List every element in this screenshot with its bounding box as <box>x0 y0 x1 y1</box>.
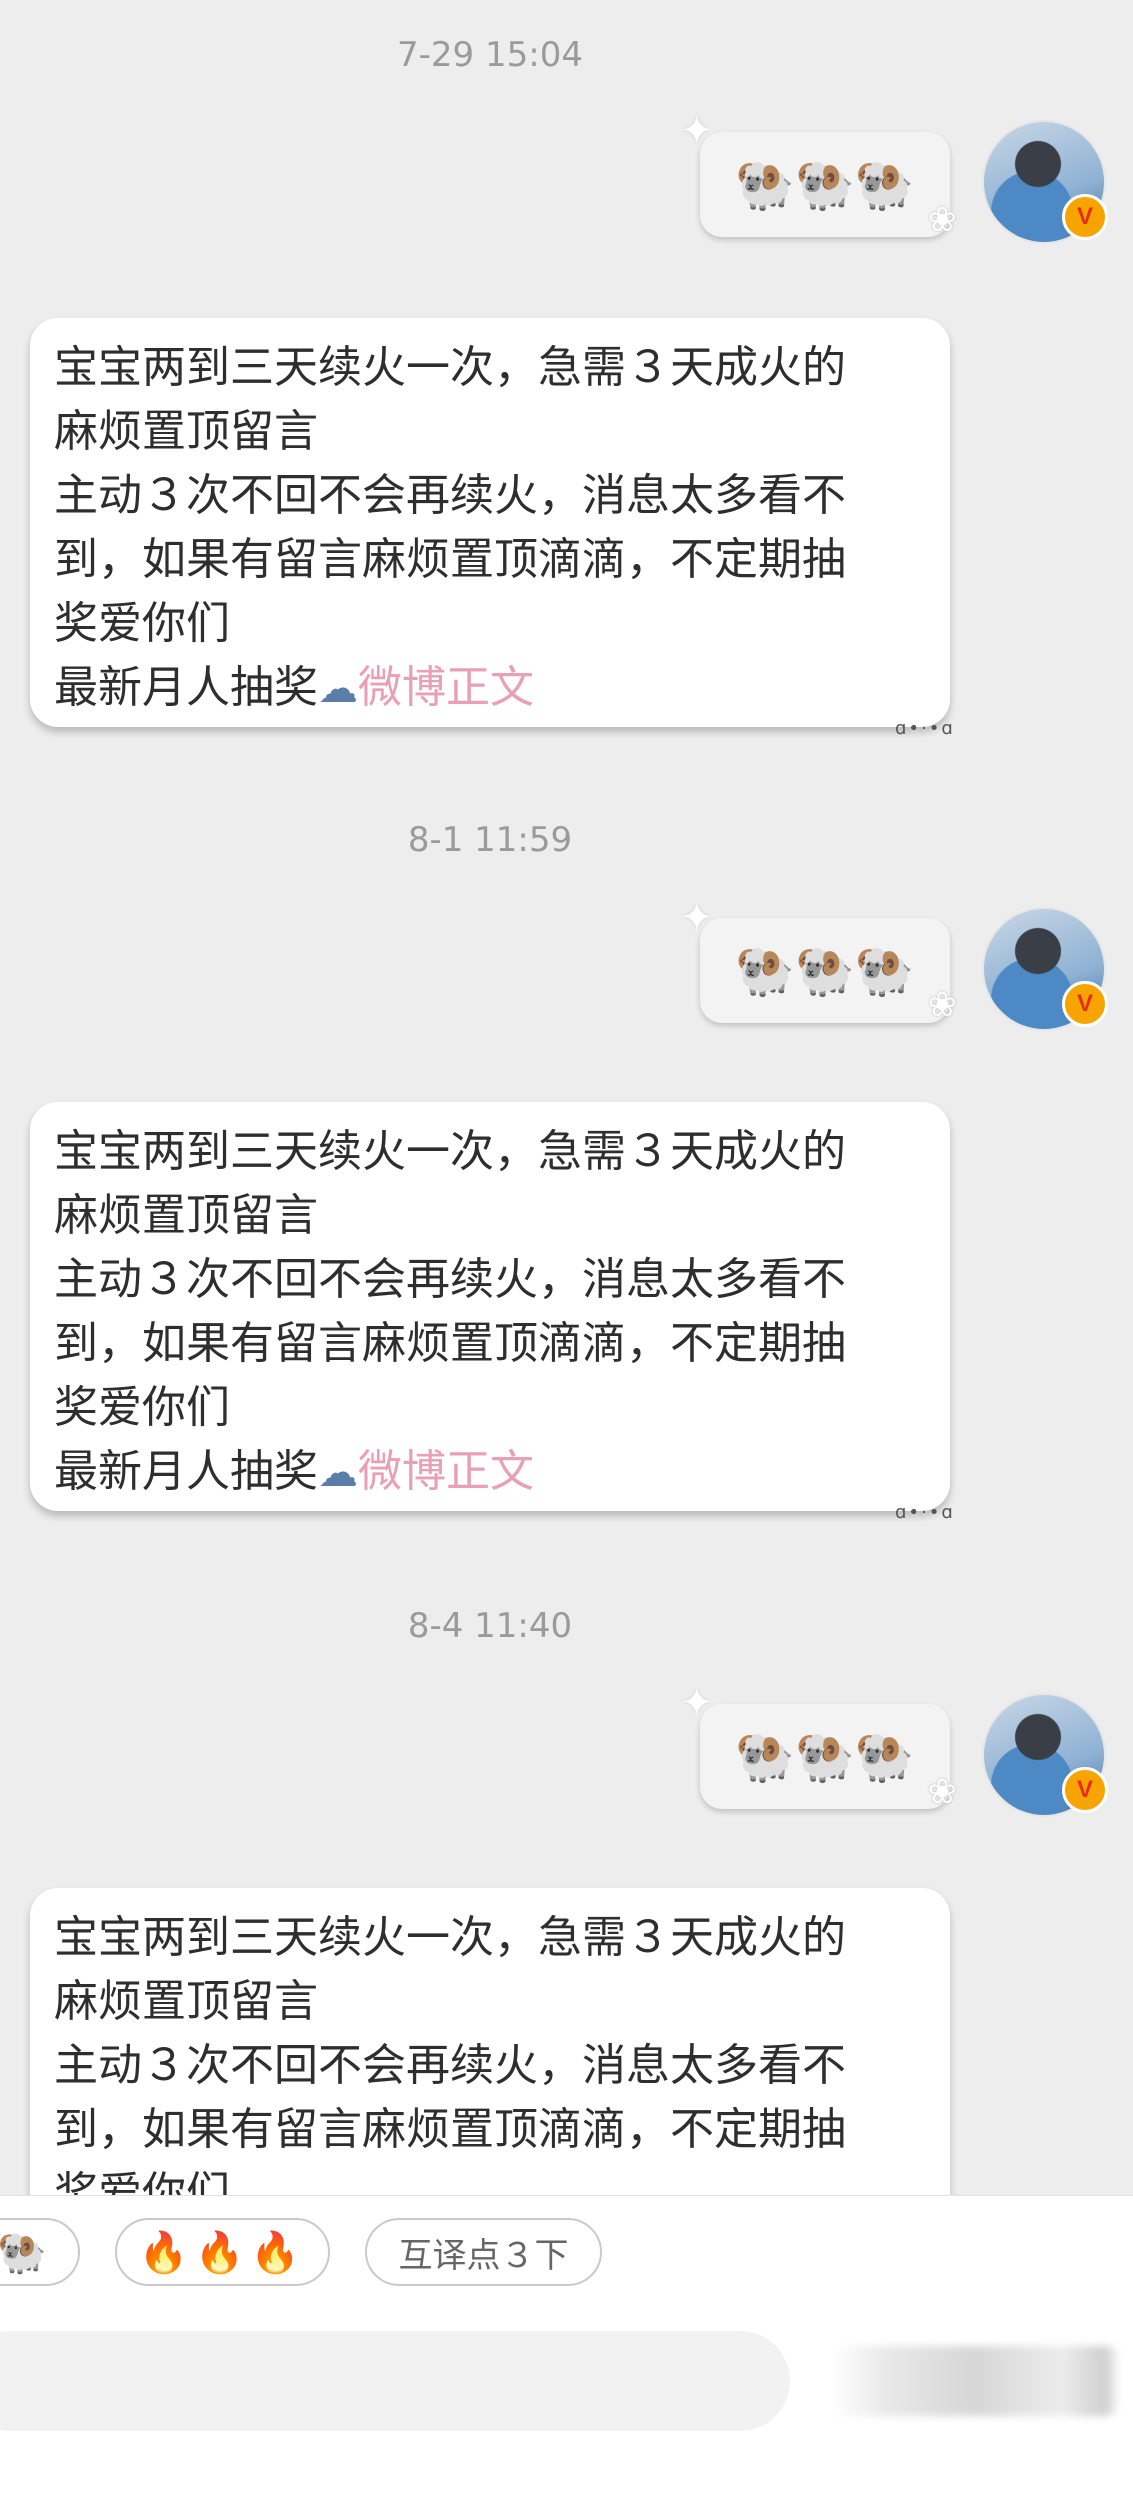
quick-reply-label: 🐏 <box>0 2229 53 2276</box>
sheep-emoji-text: 🐏🐏🐏 <box>735 1729 915 1785</box>
link-prefix: 最新月人抽奖 <box>54 1446 318 1497</box>
quick-reply-chip[interactable]: 🔥🔥🔥 <box>115 2218 330 2286</box>
more-options-icon[interactable]: ɑ•·•ɑ <box>895 718 955 739</box>
message-timestamp: 8-1 11:59 <box>407 820 573 860</box>
link-prefix: 最新月人抽奖 <box>54 662 318 713</box>
cloud-icon: ☁ <box>318 666 358 712</box>
sent-message-bubble[interactable]: 🐏🐏🐏 <box>700 1704 950 1809</box>
message-line: 到，如果有留言麻烦置顶滴滴，不定期抽 <box>54 1318 846 1369</box>
message-line: 到，如果有留言麻烦置顶滴滴，不定期抽 <box>54 534 846 585</box>
message-line: 宝宝两到三天续火一次，急需３天成火的 <box>54 1912 846 1963</box>
paw-decoration-icon: ❀ <box>928 1772 957 1812</box>
more-options-icon[interactable]: ɑ•·•ɑ <box>895 1502 955 1523</box>
message-line: 宝宝两到三天续火一次，急需３天成火的 <box>54 342 846 393</box>
avatar[interactable]: V <box>982 120 1108 244</box>
verified-badge-icon: V <box>1062 194 1108 240</box>
message-line: 奖爱你们 <box>54 2168 230 2195</box>
message-line: 宝宝两到三天续火一次，急需３天成火的 <box>54 1126 846 1177</box>
sent-message-bubble[interactable]: 🐏🐏🐏 <box>700 918 950 1023</box>
quick-reply-chip[interactable]: 🐏 <box>0 2218 80 2286</box>
quick-reply-label: 互译点３下 <box>398 2235 569 2276</box>
send-button[interactable] <box>830 2346 1120 2416</box>
message-line: 奖爱你们 <box>54 598 230 649</box>
chat-area[interactable]: 7-29 15:04 ✦ 🐏🐏🐏 ❀ V 宝宝两到三天续火一次，急需３天成火的 … <box>0 0 1133 2195</box>
message-timestamp: 8-4 11:40 <box>407 1606 573 1646</box>
message-line: 主动３次不回不会再续火，消息太多看不 <box>54 2040 846 2091</box>
message-input[interactable] <box>0 2331 790 2431</box>
message-line: 麻烦置顶留言 <box>54 1190 318 1241</box>
weibo-post-link[interactable]: 微博正文 <box>358 662 534 713</box>
paw-decoration-icon: ❀ <box>928 985 957 1025</box>
message-line: 麻烦置顶留言 <box>54 1976 318 2027</box>
avatar[interactable]: V <box>982 1693 1108 1817</box>
link-row: 最新月人抽奖☁微博正文 <box>54 1440 926 1505</box>
received-message-bubble[interactable]: 宝宝两到三天续火一次，急需３天成火的 麻烦置顶留言 主动３次不回不会再续火，消息… <box>30 1888 950 2195</box>
cloud-icon: ☁ <box>318 1450 358 1496</box>
verified-badge-icon: V <box>1062 1767 1108 1813</box>
message-line: 主动３次不回不会再续火，消息太多看不 <box>54 1254 846 1305</box>
received-message-bubble[interactable]: 宝宝两到三天续火一次，急需３天成火的 麻烦置顶留言 主动３次不回不会再续火，消息… <box>30 1102 950 1511</box>
quick-reply-chip[interactable]: 互译点３下 <box>365 2218 602 2286</box>
message-timestamp: 7-29 15:04 <box>397 35 583 75</box>
weibo-post-link[interactable]: 微博正文 <box>358 1446 534 1497</box>
paw-decoration-icon: ❀ <box>928 200 957 240</box>
received-message-bubble[interactable]: 宝宝两到三天续火一次，急需３天成火的 麻烦置顶留言 主动３次不回不会再续火，消息… <box>30 318 950 727</box>
message-line: 到，如果有留言麻烦置顶滴滴，不定期抽 <box>54 2104 846 2155</box>
message-line: 主动３次不回不会再续火，消息太多看不 <box>54 470 846 521</box>
message-line: 奖爱你们 <box>54 1382 230 1433</box>
sheep-emoji-text: 🐏🐏🐏 <box>735 157 915 213</box>
verified-badge-icon: V <box>1062 981 1108 1027</box>
bottom-input-bar: 🐏 🔥🔥🔥 互译点３下 <box>0 2195 1133 2507</box>
quick-reply-label: 🔥🔥🔥 <box>138 2229 307 2276</box>
sheep-emoji-text: 🐏🐏🐏 <box>735 943 915 999</box>
message-line: 麻烦置顶留言 <box>54 406 318 457</box>
sent-message-bubble[interactable]: 🐏🐏🐏 <box>700 132 950 237</box>
link-row: 最新月人抽奖☁微博正文 <box>54 656 926 721</box>
avatar[interactable]: V <box>982 907 1108 1031</box>
